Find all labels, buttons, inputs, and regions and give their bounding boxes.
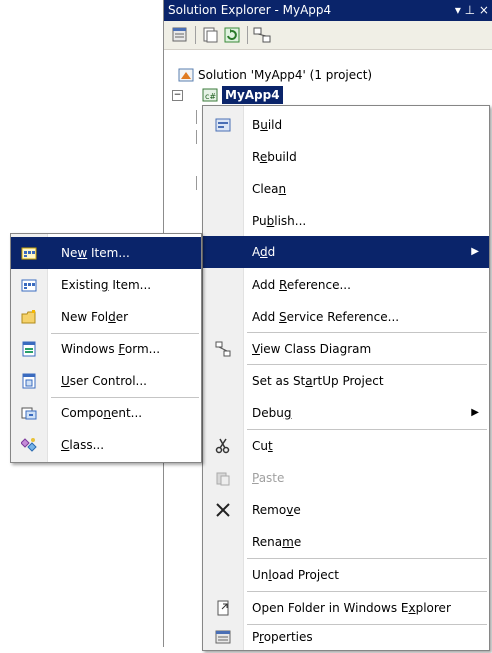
open-folder-icon (215, 600, 231, 616)
menu-item-properties[interactable]: Properties (203, 621, 489, 650)
submenu-item-existing-item[interactable]: Existing Item... (11, 269, 201, 301)
class-icon (20, 437, 37, 453)
collapse-icon[interactable]: − (172, 90, 183, 101)
menu-item-remove[interactable]: Remove (203, 494, 489, 526)
scissors-icon (215, 438, 231, 454)
csharp-project-icon: c# (202, 87, 218, 103)
menu-item-rebuild[interactable]: Rebuild (203, 141, 489, 173)
project-label: MyApp4 (222, 86, 283, 104)
project-context-menu: Build Rebuild Clean Publish... Add ▶ Add… (202, 105, 490, 651)
folder-icon (21, 309, 37, 325)
submenu-item-windows-form[interactable]: Windows Form... (11, 333, 201, 365)
menu-item-unload-project[interactable]: Unload Project (203, 559, 489, 591)
build-icon (215, 117, 231, 133)
user-control-icon (21, 373, 37, 389)
solution-icon (178, 67, 194, 83)
properties-icon (215, 629, 231, 645)
submenu-item-new-item[interactable]: New Item... (11, 237, 201, 269)
menu-item-clean[interactable]: Clean (203, 173, 489, 205)
submenu-arrow-icon: ▶ (471, 246, 479, 257)
submenu-item-user-control[interactable]: User Control... (11, 365, 201, 397)
submenu-item-component[interactable]: Component... (11, 397, 201, 429)
menu-item-add-reference[interactable]: Add Reference... (203, 269, 489, 301)
menu-item-paste[interactable]: Paste (203, 462, 489, 494)
view-class-diagram-icon[interactable] (252, 25, 272, 45)
solution-label: Solution 'MyApp4' (1 project) (198, 68, 373, 82)
menu-item-view-class-diagram[interactable]: View Class Diagram (203, 333, 489, 365)
menu-item-publish[interactable]: Publish... (203, 205, 489, 237)
menu-item-cut[interactable]: Cut (203, 430, 489, 462)
menu-item-open-folder[interactable]: Open Folder in Windows Explorer (203, 592, 489, 624)
menu-item-add-service-reference[interactable]: Add Service Reference... (203, 301, 489, 333)
menu-item-set-startup[interactable]: Set as StartUp Project (203, 365, 489, 397)
panel-title-bar[interactable]: Solution Explorer - MyApp4 ▾ ⊥ × (164, 0, 492, 21)
remove-x-icon (215, 502, 231, 518)
submenu-item-new-folder[interactable]: New Folder (11, 301, 201, 333)
submenu-item-class[interactable]: Class... (11, 429, 201, 461)
add-submenu: New Item... Existing Item... New Folder … (10, 233, 202, 463)
panel-toolbar (164, 21, 492, 50)
existing-item-icon (21, 277, 37, 293)
component-icon (21, 405, 37, 421)
menu-item-build[interactable]: Build (203, 109, 489, 141)
refresh-icon[interactable] (222, 25, 242, 45)
title-bar-buttons[interactable]: ▾ ⊥ × (455, 0, 489, 21)
class-diagram-icon (215, 341, 231, 357)
properties-icon[interactable] (170, 25, 190, 45)
show-all-files-icon[interactable] (200, 25, 220, 45)
windows-form-icon (21, 341, 37, 357)
new-item-icon (21, 245, 37, 261)
menu-item-rename[interactable]: Rename (203, 526, 489, 558)
menu-item-add[interactable]: Add ▶ (203, 236, 489, 268)
panel-title: Solution Explorer - MyApp4 (168, 3, 332, 17)
paste-icon (215, 470, 231, 486)
menu-item-debug[interactable]: Debug ▶ (203, 397, 489, 429)
svg-text:c#: c# (205, 92, 216, 101)
submenu-arrow-icon: ▶ (471, 407, 479, 418)
